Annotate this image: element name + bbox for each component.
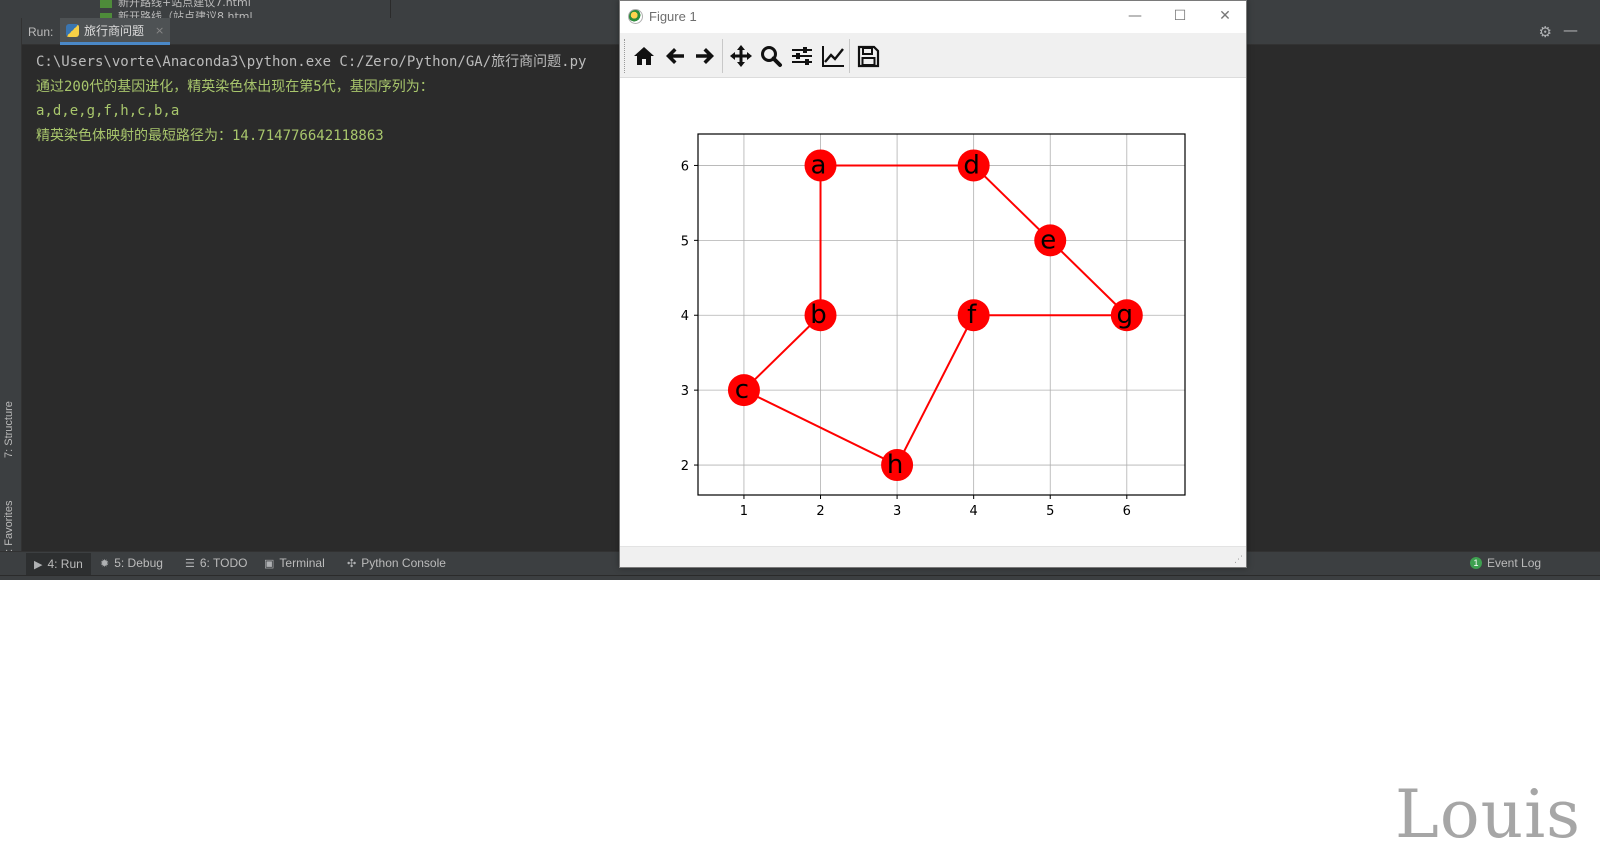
y-tick-label: 5 xyxy=(681,234,689,249)
city-label: c xyxy=(735,375,749,405)
todo-tool-label: 6: TODO xyxy=(199,556,248,570)
city-label: d xyxy=(963,150,980,180)
terminal-icon: ▣ xyxy=(264,557,275,570)
route-segment xyxy=(1049,239,1128,316)
structure-tab-label: 7: Structure xyxy=(3,401,15,458)
y-tick-label: 6 xyxy=(681,159,689,174)
python-icon xyxy=(66,23,79,37)
city-label: f xyxy=(967,300,977,330)
terminal-tool-label: Terminal xyxy=(279,556,325,570)
zoom-icon[interactable] xyxy=(756,41,786,71)
x-tick-label: 6 xyxy=(1123,504,1131,519)
route-segment xyxy=(743,314,822,391)
panel-divider xyxy=(390,0,391,18)
event-log-label: Event Log xyxy=(1487,556,1542,570)
toolbar-separator xyxy=(722,39,723,73)
favorites-tab-label: 2: Favorites xyxy=(3,500,15,558)
save-icon[interactable] xyxy=(853,41,883,71)
todo-tool-tab[interactable]: ☰ 6: TODO xyxy=(185,556,247,570)
toolbar-grip[interactable] xyxy=(624,39,626,73)
figure-canvas[interactable]: 1 2 3 4 5 6 2 3 4 5 6 a d e g f h c b xyxy=(620,79,1246,546)
figure-window: Figure 1 — ☐ ✕ 1 2 3 4 5 6 2 3 4 5 6 a d e … xyxy=(619,0,1247,568)
close-tab-icon[interactable]: × xyxy=(155,24,164,37)
run-tool-tab[interactable]: ▶ 4: Run xyxy=(26,553,91,575)
run-config-tab[interactable]: 旅行商问题 × xyxy=(60,18,171,45)
run-label: Run: xyxy=(28,25,54,39)
figure-status-bar: ⋰ xyxy=(620,546,1246,567)
python-console-tool-tab[interactable]: ✣ Python Console xyxy=(347,556,446,570)
python-console-icon: ✣ xyxy=(347,557,357,570)
y-tick-label: 3 xyxy=(681,384,689,399)
city-label: b xyxy=(810,300,827,330)
close-window-button[interactable]: ✕ xyxy=(1210,5,1240,27)
forward-arrow-icon[interactable] xyxy=(690,41,720,71)
subplots-icon[interactable] xyxy=(787,41,817,71)
route-segment xyxy=(972,164,1051,242)
terminal-tool-tab[interactable]: ▣ Terminal xyxy=(264,556,325,570)
x-tick-label: 3 xyxy=(893,504,901,519)
x-tick-label: 2 xyxy=(816,504,824,519)
x-tick-label: 4 xyxy=(970,504,978,519)
left-tool-stripe: 7: Structure 2: Favorites xyxy=(0,18,22,558)
figure-toolbar xyxy=(620,33,1246,78)
city-label: h xyxy=(887,450,903,480)
city-label: g xyxy=(1117,300,1134,330)
html-file-icon xyxy=(100,0,112,8)
minimize-button[interactable]: — xyxy=(1120,5,1150,27)
watermark: Louis xyxy=(1395,776,1582,853)
toolbar-separator xyxy=(849,39,850,73)
gear-icon[interactable]: ⚙ xyxy=(1539,23,1552,41)
matplotlib-app-icon xyxy=(628,9,643,24)
list-icon: ☰ xyxy=(185,557,195,570)
home-icon[interactable] xyxy=(629,41,659,71)
status-bar xyxy=(0,575,1600,580)
maximize-button[interactable]: ☐ xyxy=(1165,5,1195,27)
figure-title-bar[interactable]: Figure 1 — ☐ ✕ xyxy=(620,1,1246,33)
figure-window-title: Figure 1 xyxy=(649,9,697,24)
debug-tool-label: 5: Debug xyxy=(114,556,163,570)
back-arrow-icon[interactable] xyxy=(660,41,690,71)
event-count-badge: 1 xyxy=(1470,557,1482,569)
bug-icon: ✹ xyxy=(100,557,110,570)
run-tool-label: 4: Run xyxy=(47,557,83,571)
edit-axes-icon[interactable] xyxy=(818,41,848,71)
event-log-tool-tab[interactable]: 1 Event Log xyxy=(1470,556,1541,570)
pan-icon[interactable] xyxy=(726,41,756,71)
x-tick-label: 5 xyxy=(1046,504,1054,519)
y-tick-label: 4 xyxy=(681,309,689,324)
debug-tool-tab[interactable]: ✹ 5: Debug xyxy=(100,556,163,570)
hide-panel-icon[interactable]: — xyxy=(1563,21,1578,39)
run-tab-title: 旅行商问题 xyxy=(84,23,145,38)
python-console-label: Python Console xyxy=(361,556,446,570)
run-icon: ▶ xyxy=(34,558,43,571)
city-label: e xyxy=(1040,225,1056,255)
route-chart: 1 2 3 4 5 6 2 3 4 5 6 a d e g f h c b xyxy=(681,133,1186,519)
resize-grip-icon[interactable]: ⋰ xyxy=(1234,555,1243,565)
city-label: a xyxy=(811,150,827,180)
y-tick-label: 2 xyxy=(681,459,689,474)
x-tick-label: 1 xyxy=(740,504,748,519)
